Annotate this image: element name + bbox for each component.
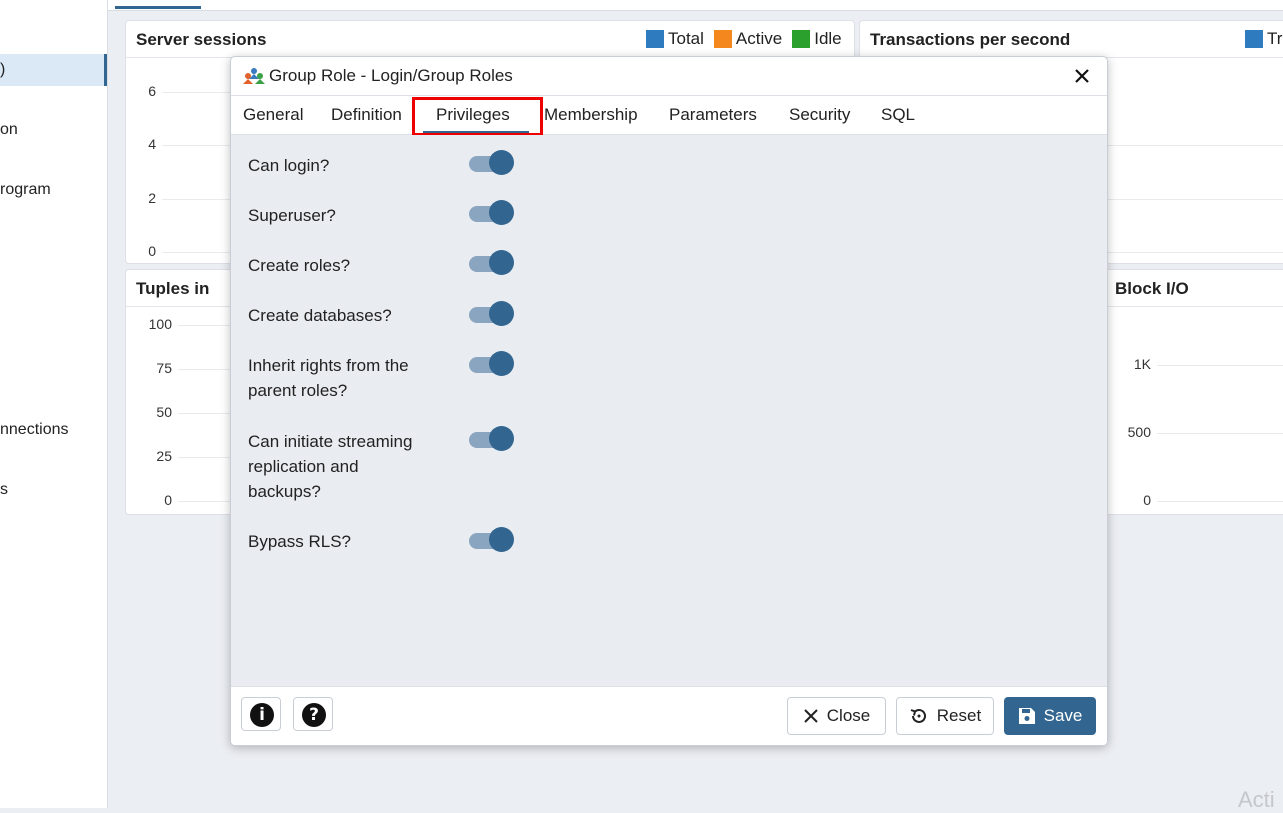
- sidebar-item-label[interactable]: ): [0, 61, 5, 79]
- sidebar-item-label[interactable]: nnections: [0, 421, 69, 439]
- legend-swatch: [646, 30, 664, 48]
- inherit-rights-label: Inherit rights from the parent roles?: [248, 356, 409, 400]
- windows-activation-watermark: Acti: [1238, 787, 1275, 812]
- y-tick-label: 50: [156, 404, 172, 420]
- superuser-label: Superuser?: [248, 206, 336, 225]
- group-role-dialog: Group Role - Login/Group Roles General D…: [230, 56, 1108, 746]
- gridline: [1100, 199, 1283, 200]
- save-button[interactable]: Save: [1004, 697, 1096, 735]
- help-icon: ?: [302, 703, 326, 727]
- legend-swatch: [1245, 30, 1263, 48]
- y-tick-label: 6: [148, 83, 156, 99]
- bypass-rls-label: Bypass RLS?: [248, 532, 351, 551]
- tab-membership[interactable]: Membership: [544, 105, 638, 125]
- close-button[interactable]: Close: [787, 697, 886, 735]
- info-icon: i: [250, 703, 274, 727]
- y-tick-label: 0: [1143, 492, 1151, 508]
- sidebar-selected-item[interactable]: [0, 54, 107, 86]
- info-button[interactable]: i: [241, 697, 281, 731]
- y-tick-label: 25: [156, 448, 172, 464]
- active-tab-indicator: [115, 6, 201, 9]
- object-explorer-sidebar: ) on rogram nnections s: [0, 0, 108, 808]
- legend-swatch: [713, 30, 732, 48]
- close-icon[interactable]: [1071, 65, 1093, 87]
- y-tick-label: 0: [164, 492, 172, 508]
- panel-divider: [1101, 306, 1283, 307]
- create-roles-label: Create roles?: [248, 256, 351, 275]
- sidebar-item-label[interactable]: rogram: [0, 181, 51, 199]
- reset-button[interactable]: Reset: [896, 697, 994, 735]
- gridline: [1157, 501, 1283, 502]
- tab-sql[interactable]: SQL: [881, 105, 915, 125]
- save-button-label: Save: [1043, 706, 1083, 725]
- y-tick-label: 2: [148, 190, 156, 206]
- save-icon: [1018, 708, 1035, 724]
- panel-title: Tuples in: [136, 279, 210, 298]
- group-role-icon: [243, 68, 265, 84]
- y-tick-label: 0: [148, 243, 156, 259]
- panel-title: Block I/O: [1115, 279, 1189, 298]
- help-button[interactable]: ?: [293, 697, 333, 731]
- create-databases-toggle[interactable]: [469, 301, 515, 327]
- y-tick-label: 1K: [1133, 356, 1151, 372]
- y-tick-label: 500: [1127, 424, 1151, 440]
- sidebar-item-label[interactable]: s: [0, 481, 8, 499]
- tab-definition[interactable]: Definition: [331, 105, 402, 125]
- inherit-rights-toggle[interactable]: [469, 351, 515, 377]
- superuser-toggle[interactable]: [469, 200, 515, 226]
- dialog-tabs: General Definition Privileges Membership…: [231, 96, 1107, 135]
- reset-button-label: Reset: [936, 706, 982, 725]
- tab-general[interactable]: General: [243, 105, 303, 125]
- legend-label: Total: [668, 29, 704, 48]
- close-icon: [804, 709, 818, 723]
- legend-label: Active: [735, 29, 783, 48]
- gridline: [1100, 145, 1283, 146]
- block-io-panel: Block I/O 1K 500 0: [1100, 269, 1283, 515]
- legend-label: Idle: [814, 29, 842, 48]
- bypass-rls-toggle[interactable]: [469, 527, 515, 553]
- reset-icon: [910, 708, 926, 723]
- create-databases-label: Create databases?: [248, 306, 392, 325]
- legend-swatch: [792, 30, 811, 48]
- privileges-tab-highlight-box: [412, 97, 543, 136]
- streaming-replication-toggle[interactable]: [469, 426, 515, 452]
- top-tab-bar: [108, 0, 1283, 11]
- chart-legend: Total Active Idle: [646, 29, 842, 49]
- panel-title: Transactions per second: [870, 30, 1071, 49]
- gridline: [1157, 433, 1283, 434]
- gridline: [1100, 252, 1283, 253]
- legend-label: Tr: [1267, 29, 1283, 48]
- close-button-label: Close: [826, 706, 871, 725]
- panel-title: Server sessions: [136, 30, 267, 49]
- can-login-toggle[interactable]: [469, 150, 515, 176]
- sidebar-item-label[interactable]: on: [0, 121, 18, 139]
- dialog-title: Group Role - Login/Group Roles: [269, 66, 513, 85]
- y-tick-label: 100: [148, 316, 172, 332]
- tab-parameters[interactable]: Parameters: [669, 105, 757, 125]
- gridline: [1157, 365, 1283, 366]
- dialog-footer: i ? Close Reset Save: [231, 686, 1107, 745]
- chart-legend: Tr: [1245, 29, 1282, 49]
- tab-security[interactable]: Security: [789, 105, 850, 125]
- streaming-replication-label: Can initiate streaming replication and b…: [248, 432, 413, 501]
- can-login-label: Can login?: [248, 156, 330, 175]
- dialog-header: Group Role - Login/Group Roles: [231, 57, 1107, 96]
- y-tick-label: 4: [148, 136, 156, 152]
- privileges-form: Can login? Superuser? Create roles? Crea…: [231, 135, 1107, 686]
- create-roles-toggle[interactable]: [469, 250, 515, 276]
- y-tick-label: 75: [156, 360, 172, 376]
